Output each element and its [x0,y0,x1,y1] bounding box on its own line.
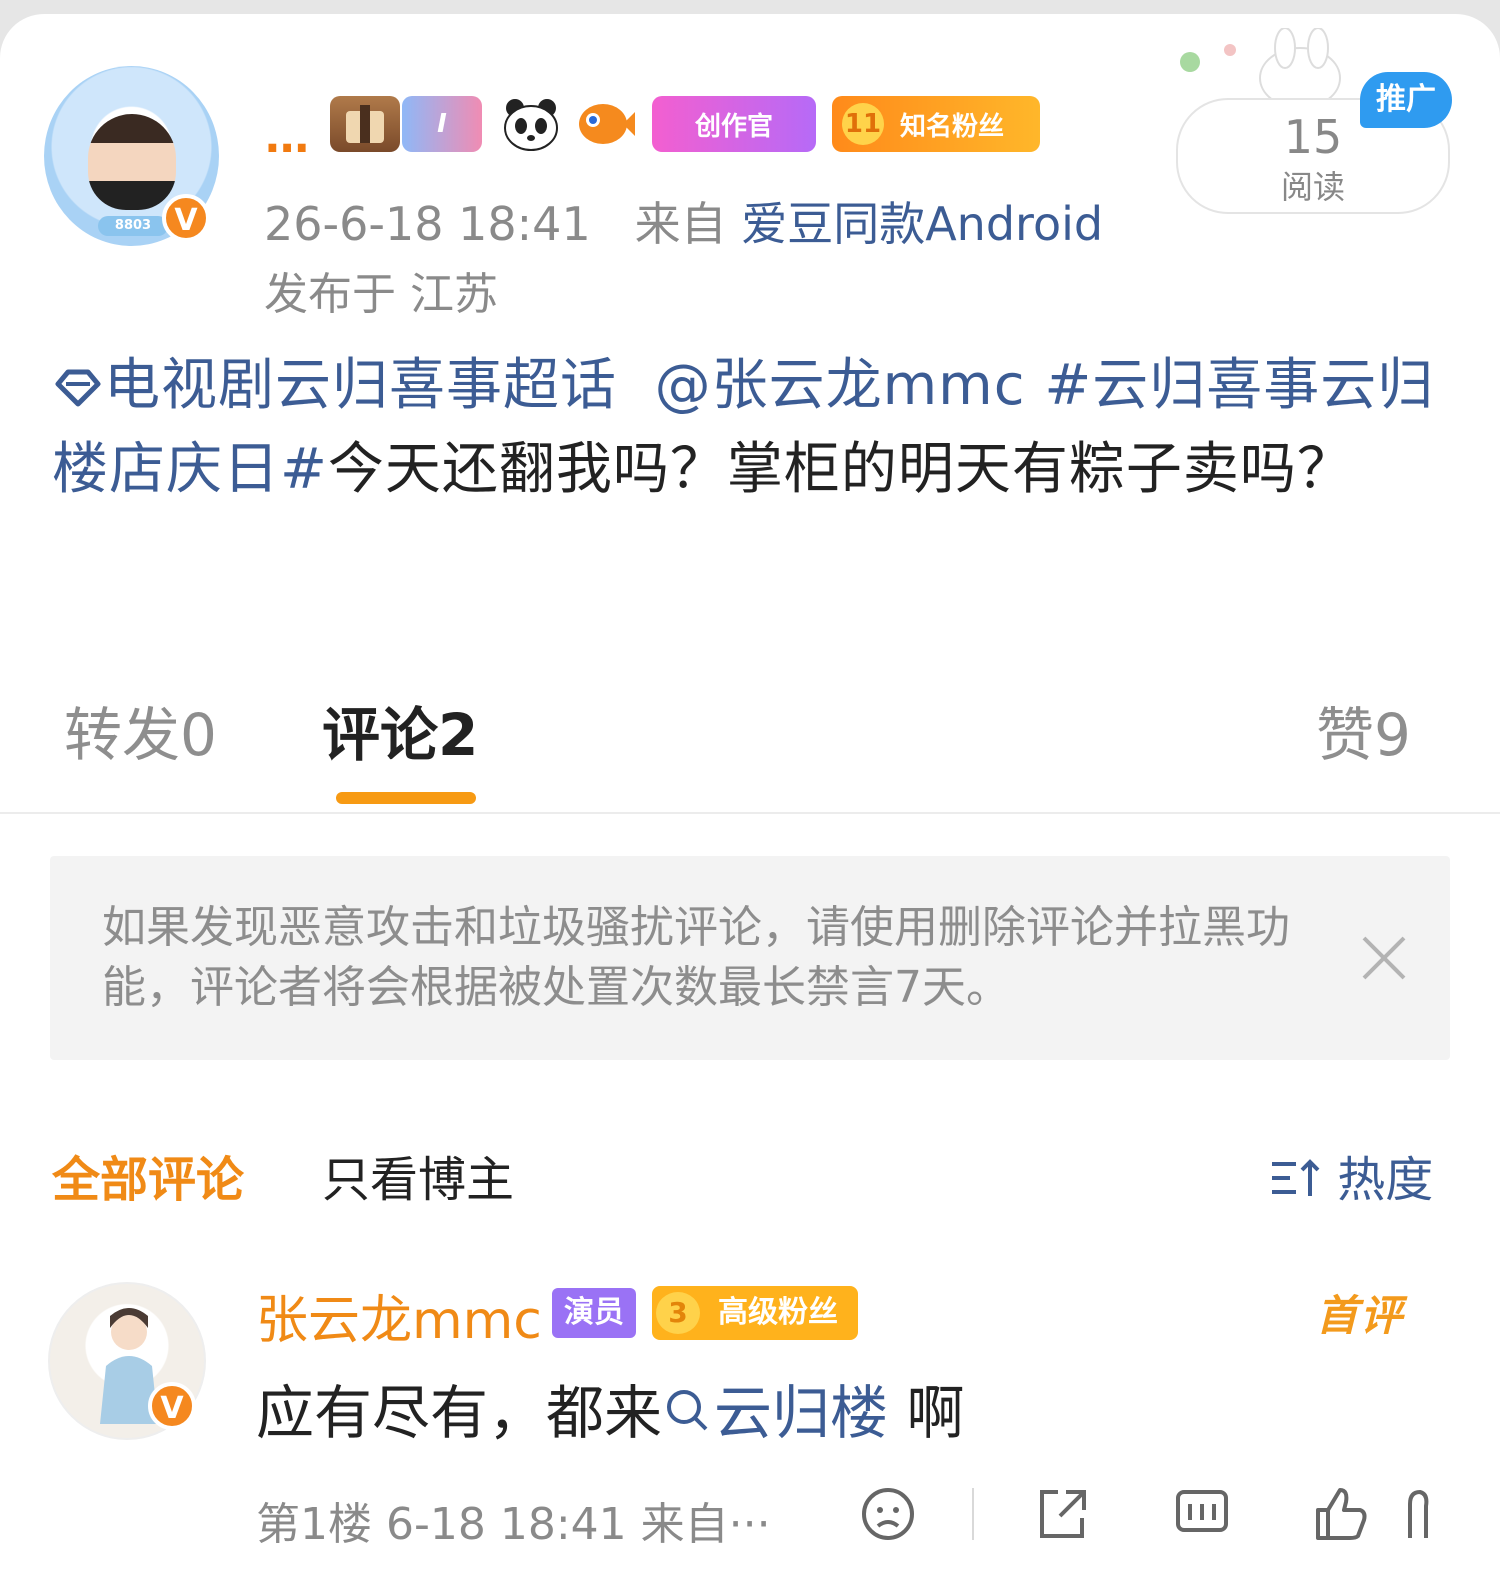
post-time-source: 26-6-18 18:41 来自 爱豆同款Android [264,188,1103,254]
sort-icon [1272,1159,1320,1196]
panda-icon[interactable] [500,96,562,152]
avatar-frame-plate: 8803 [98,216,168,236]
creator-badge-label: 创作官 [694,111,773,142]
creator-badge[interactable]: 创作官 [652,96,816,152]
diamond-icon [55,369,101,407]
post-location: 发布于 江苏 [264,269,498,320]
fan-level-label: 知名粉丝 [900,111,1005,142]
comment-source: 来自··· [640,1499,771,1550]
actor-tag[interactable]: 演员 [552,1288,636,1338]
comment-meta: 第1楼 6-18 18:41 来自··· [256,1488,771,1552]
level-i-label: I [437,109,447,139]
source-link[interactable]: 爱豆同款Android [741,197,1103,251]
fan-level-label: 高级粉丝 [718,1295,838,1330]
close-icon[interactable] [1354,928,1414,988]
share-icon[interactable] [1032,1484,1092,1544]
divider [0,812,1500,814]
comment-time: 6-18 18:41 [386,1499,627,1550]
moderation-notice: 如果发现恶意攻击和垃圾骚扰评论，请使用删除评论并拉黑功能，评论者将会根据被处置次… [50,856,1450,1060]
tab-repost-count: 0 [180,701,217,769]
dislike-face-icon[interactable] [858,1484,918,1544]
tab-repost[interactable]: 转发0 [64,688,217,772]
comment-text-after: 啊 [888,1379,965,1447]
filter-all-comments[interactable]: 全部评论 [52,1140,244,1210]
avatar-photo [88,114,176,210]
search-keyword-link[interactable]: 云归楼 [662,1379,888,1447]
supertopic-text: 电视剧云归喜事超话 [104,353,617,418]
tab-comment-count: 2 [438,701,479,769]
box-icon[interactable] [330,96,400,152]
mention-link[interactable]: @张云龙mmc [655,353,1026,418]
comment-filter-bar: 全部评论 只看博主 热度 [0,1134,1500,1214]
comment-author-name[interactable]: 张云龙mmc [256,1278,542,1353]
post-detail-card: 8803 V ... I 创作官 11 知名粉丝 26-6-18 18:41 来… [0,14,1500,1593]
read-label: 阅读 [1280,168,1345,206]
comment-text: 应有尽有，都来 云归楼 啊 [256,1366,964,1450]
source-prefix: 来自 [634,197,727,251]
comment-floor: 第1楼 [256,1499,372,1550]
fan-level-number: 3 [656,1292,700,1334]
sort-by-heat[interactable]: 热度 [1270,1140,1433,1210]
supertopic-link[interactable]: 电视剧云归喜事超话 [52,353,617,418]
first-comment-badge: 首评 [1316,1291,1405,1340]
fish-icon[interactable] [574,96,636,152]
fan-level-number: 11 [842,103,884,145]
promote-button[interactable]: 推广 [1360,72,1452,128]
tab-like-label: 赞 [1316,701,1375,769]
search-icon [667,1390,708,1431]
tab-like[interactable]: 赞9 [1316,688,1411,772]
search-keyword: 云归楼 [714,1379,889,1447]
tab-like-count: 9 [1374,701,1411,769]
bunny-decoration-icon [1180,28,1341,108]
verified-v-icon: V [162,194,210,242]
filter-host-only[interactable]: 只看博主 [322,1140,514,1210]
action-separator [972,1488,974,1540]
more-actions-icon[interactable] [1398,1484,1438,1544]
verified-v-icon: V [148,1382,196,1430]
tab-repost-label: 转发 [64,701,181,769]
post-time: 26-6-18 18:41 [264,197,591,251]
post-content: 电视剧云归喜事超话 @张云龙mmc #云归喜事云归楼店庆日#今天还翻我吗？掌柜的… [52,344,1452,512]
interaction-tabs: 转发0 评论2 赞9 [0,674,1500,804]
fan-level-tag[interactable]: 3 高级粉丝 [652,1286,858,1340]
comment-icon[interactable] [1172,1484,1232,1544]
fan-level-badge[interactable]: 11 知名粉丝 [832,96,1040,152]
active-tab-indicator [336,792,476,804]
tab-comment[interactable]: 评论2 [322,688,478,772]
tab-comment-label: 评论 [322,701,439,769]
level-i-badge[interactable]: I [402,96,482,152]
author-name[interactable]: ... [264,112,310,163]
like-icon[interactable] [1310,1484,1370,1544]
notice-text: 如果发现恶意攻击和垃圾骚扰评论，请使用删除评论并拉黑功能，评论者将会根据被处置次… [102,902,1290,1013]
post-text: 今天还翻我吗？掌柜的明天有粽子卖吗？ [327,437,1354,502]
author-avatar[interactable]: 8803 V [44,66,219,246]
comment-text-before: 应有尽有，都来 [256,1379,663,1447]
sort-label: 热度 [1337,1152,1434,1208]
